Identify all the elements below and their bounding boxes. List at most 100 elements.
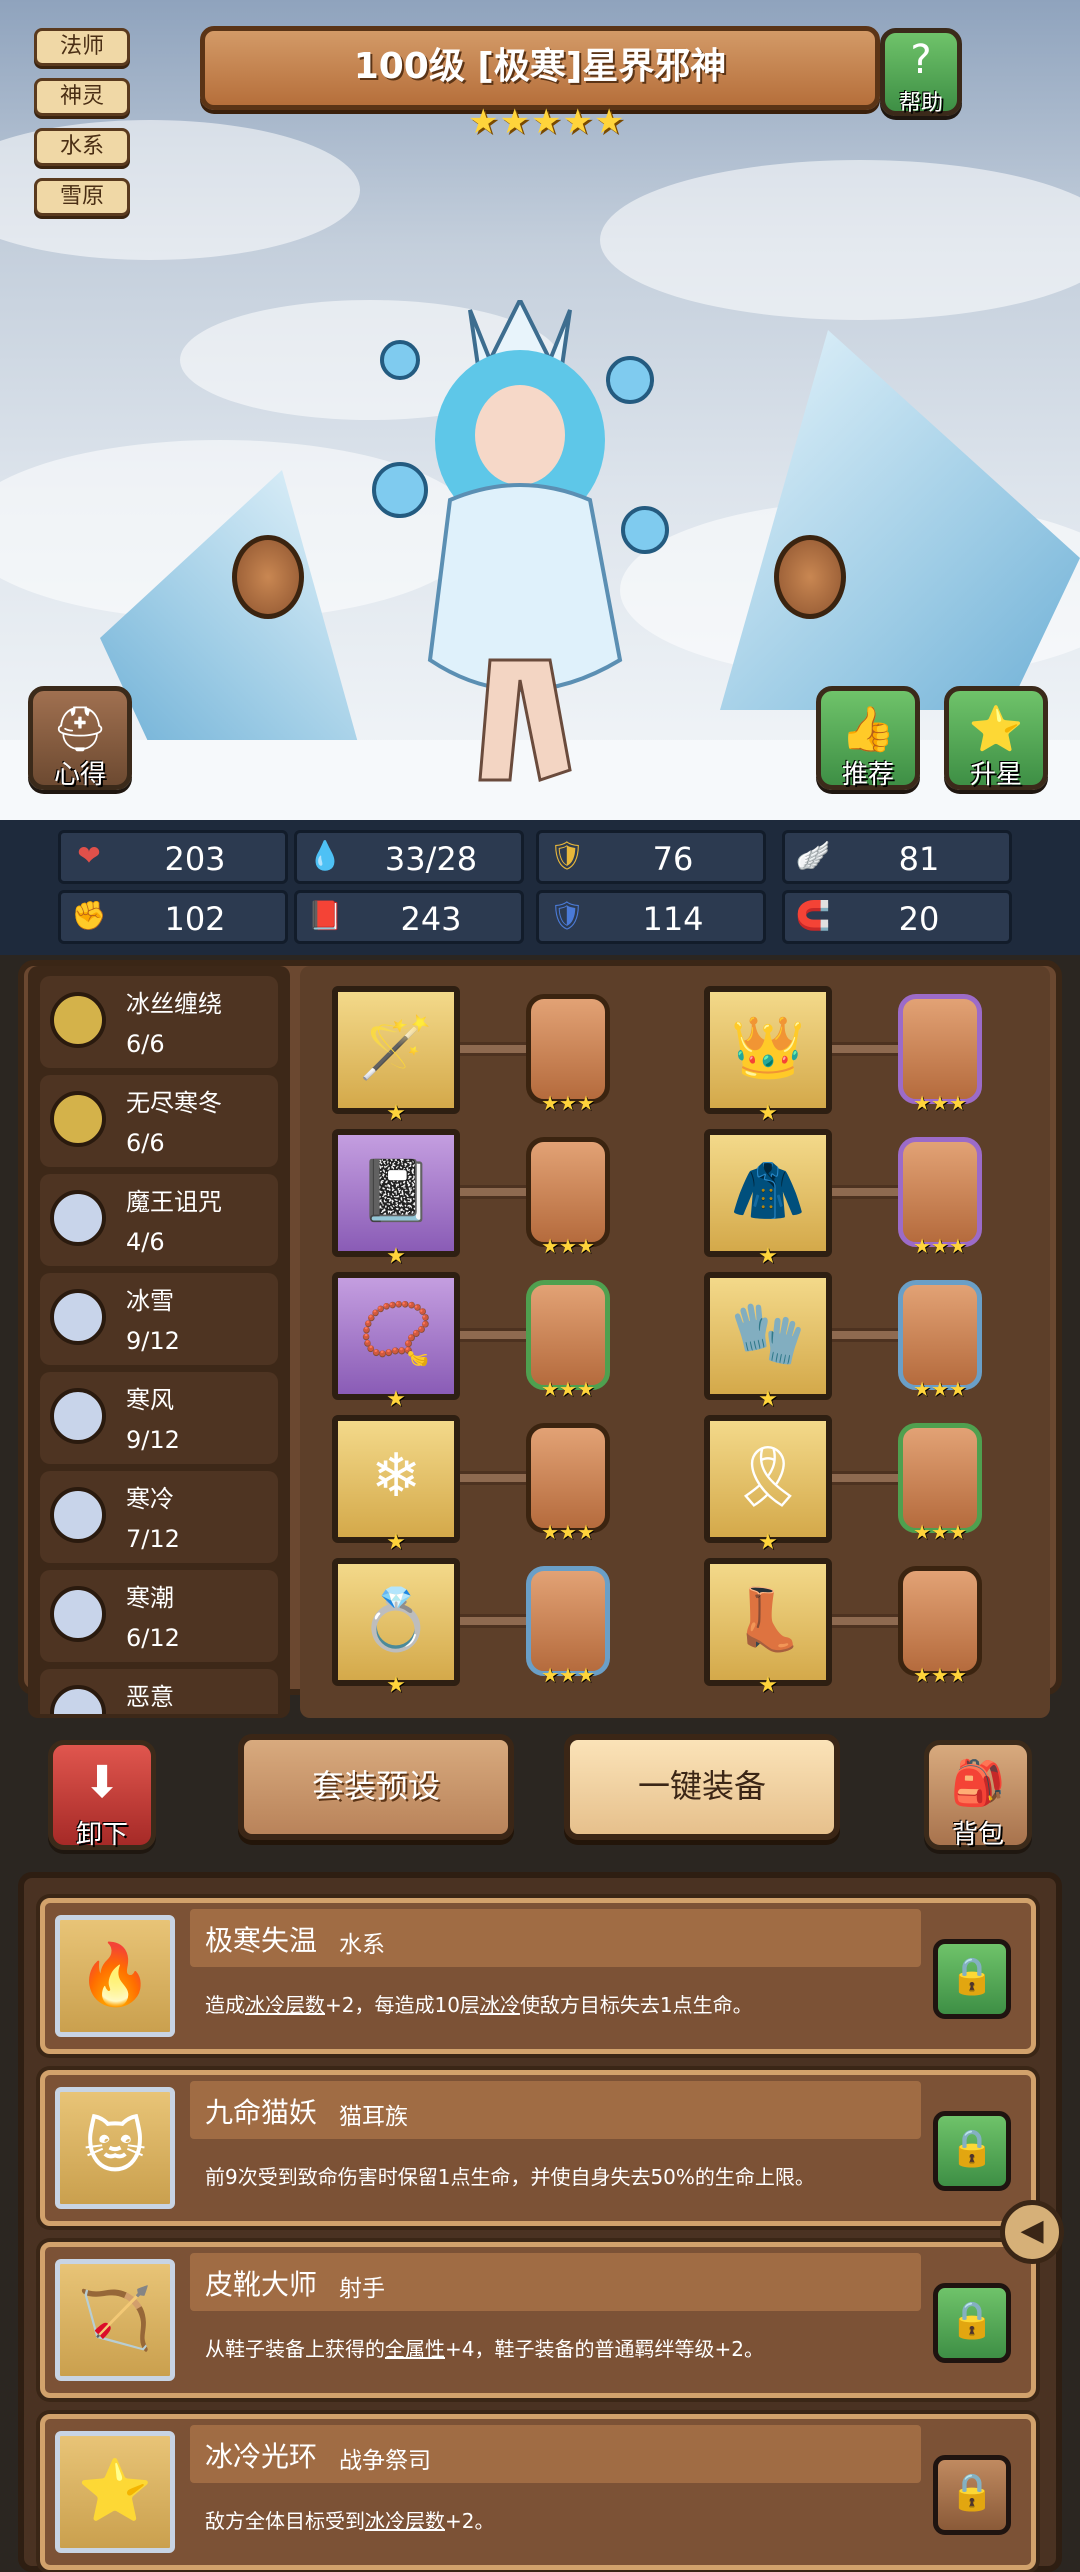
set-name: 寒潮 [126,1584,174,1612]
insight-label: 心得 [53,760,106,790]
item-stars: ★ [758,1101,778,1126]
rune-slot[interactable]: ★★★ [898,1566,982,1687]
mana-drop-icon: 💧 [307,839,343,872]
set-row[interactable]: 寒风 9/12 [40,1372,278,1464]
equip-slot-robe[interactable]: 🧥 ★ [704,1129,832,1269]
set-count: 7/12 [126,1525,180,1553]
bond-card[interactable]: 🐱 九命猫妖 猫耳族 前9次受到致命伤害时保留1点生命，并使自身失去50%的生命上限。… [40,2070,1036,2226]
lock-button[interactable]: 🔒 [933,2111,1011,2191]
rune-slot[interactable]: ★★★ [898,1280,982,1401]
keyword-link[interactable]: 全属性 [385,2337,445,2361]
rune-slot[interactable]: ★★★ [526,1566,610,1687]
element-tag: 水系 [34,128,130,166]
keyword-link[interactable]: 冰冷层数 [245,1993,325,2017]
side-scroll-handle[interactable]: ◀ [1000,2200,1064,2264]
rune-slot[interactable]: ★★★ [526,1423,610,1544]
set-row[interactable]: 冰丝缠绕 6/6 [40,976,278,1068]
equip-slot-crown[interactable]: 👑 ★ [704,986,832,1126]
set-row[interactable]: 冰雪 9/12 [40,1273,278,1365]
bond-name: 皮靴大师 [205,2268,318,2301]
equip-slot-ring[interactable]: 💍 ★ [332,1558,460,1698]
equip-slot-belt[interactable]: 🎗 ★ [704,1415,832,1555]
set-bonus-list[interactable]: 冰丝缠绕 6/6 无尽寒冬 6/6 魔王诅咒 4/6 冰雪 9/12 寒风 9/12 寒冷 7/12 寒… [40,976,280,1714]
set-row[interactable]: 寒冷 7/12 [40,1471,278,1563]
equip-slot-orb[interactable]: ❄ ★ [332,1415,460,1555]
magic-defense-icon: 🛡 [549,899,585,932]
set-emblem-icon [50,1388,106,1444]
unequip-button[interactable]: ⬇ 卸下 [48,1740,156,1850]
stat-shield: 🛡 76 [536,830,766,884]
equip-slot-glove[interactable]: 🧤 ★ [704,1272,832,1412]
set-name: 冰丝缠绕 [126,990,222,1018]
insight-button[interactable]: ⛑ 心得 [28,686,132,790]
stat-heart: ❤ 203 [58,830,288,884]
recommend-button[interactable]: 👍 推荐 [816,686,920,790]
glove-icon: 🧤 [730,1299,806,1369]
equip-slot-boots[interactable]: 👢 ★ [704,1558,832,1698]
bond-tag: 猫耳族 [339,2104,408,2130]
equip-slot-staff[interactable]: 🪄 ★ [332,986,460,1126]
rune-stars: ★★★ [913,1377,967,1401]
set-emblem-icon [50,1685,106,1714]
one-key-equip-button[interactable]: 一键装备 [564,1734,840,1840]
stat-fist: ✊ 102 [58,890,288,944]
lock-button[interactable]: 🔒 [933,2283,1011,2363]
rune-slot[interactable]: ★★★ [898,1423,982,1544]
right-rune-coin[interactable] [774,535,846,619]
rune-slot[interactable]: ★★★ [526,1280,610,1401]
down-arrow-icon: ⬇ [83,1757,121,1808]
keyword-link[interactable]: 冰冷 [480,1993,520,2017]
bond-description: 造成冰冷层数+2，每造成10层冰冷使敌方目标失去1点生命。 [205,1989,911,2018]
rune-slot[interactable]: ★★★ [898,1137,982,1258]
shield-icon: 🛡 [549,839,585,872]
bond-tag: 水系 [339,1932,385,1958]
lock-button[interactable]: 🔒 [933,2455,1011,2535]
rune-stars: ★★★ [541,1377,595,1401]
set-name: 无尽寒冬 [126,1089,222,1117]
horseshoe-icon: 🧲 [795,899,831,932]
set-row[interactable]: 寒潮 6/12 [40,1570,278,1662]
set-name: 魔王诅咒 [126,1188,222,1216]
rune-slot[interactable]: ★★★ [526,994,610,1115]
equip-slot-book[interactable]: 📓 ★ [332,1129,460,1269]
item-stars: ★ [758,1244,778,1269]
bond-description: 从鞋子装备上获得的全属性+4，鞋子装备的普通羁绊等级+2。 [205,2333,911,2362]
stat-horseshoe: 🧲 20 [782,890,1012,944]
bond-card[interactable]: 🏹 皮靴大师 射手 从鞋子装备上获得的全属性+4，鞋子装备的普通羁绊等级+2。 🔒 [40,2242,1036,2398]
slot-connector [830,1614,898,1628]
set-row[interactable]: 恶意 [40,1669,278,1714]
helmet-icon: ⛑ [52,704,108,755]
slot-connector [830,1328,898,1342]
rune-slot[interactable]: ★★★ [526,1137,610,1258]
desc-text: 造成 [205,1993,245,2017]
stat-value: 76 [652,840,694,878]
bag-button[interactable]: 🎒 背包 [924,1740,1032,1850]
stat-value: 243 [400,900,462,938]
keyword-link[interactable]: 冰冷层数 [365,2509,445,2533]
rune-stars: ★★★ [913,1091,967,1115]
slot-connector [458,1471,526,1485]
left-rune-coin[interactable] [232,535,304,619]
set-row[interactable]: 无尽寒冬 6/6 [40,1075,278,1167]
set-emblem-icon [50,1190,106,1246]
set-name: 恶意 [126,1683,174,1711]
set-name: 寒风 [126,1386,174,1414]
item-stars: ★ [386,1530,406,1555]
bond-card[interactable]: ⭐ 冰冷光环 战争祭司 敌方全体目标受到冰冷层数+2。 🔒 [40,2414,1036,2570]
desc-text: 前9次受到致命伤害时保留1点生命，并使自身失去50%的生命上限。 [205,2165,815,2189]
slot-connector [458,1042,526,1056]
stat-spellbook: 📕 243 [294,890,524,944]
preset-button[interactable]: 套装预设 [238,1734,514,1840]
question-icon: ? [910,37,932,83]
star-up-button[interactable]: ⭐ 升星 [944,686,1048,790]
rune-slot[interactable]: ★★★ [898,994,982,1115]
set-row[interactable]: 魔王诅咒 4/6 [40,1174,278,1266]
lock-button[interactable]: 🔒 [933,1939,1011,2019]
set-emblem-icon [50,992,106,1048]
equip-slot-necklace[interactable]: 📿 ★ [332,1272,460,1412]
bond-name: 极寒失温 [205,1924,318,1957]
stat-value: 203 [164,840,226,878]
bond-card[interactable]: 🔥 极寒失温 水系 造成冰冷层数+2，每造成10层冰冷使敌方目标失去1点生命。 🔒 [40,1898,1036,2054]
item-stars: ★ [386,1387,406,1412]
help-button[interactable]: ? 帮助 [880,28,962,116]
